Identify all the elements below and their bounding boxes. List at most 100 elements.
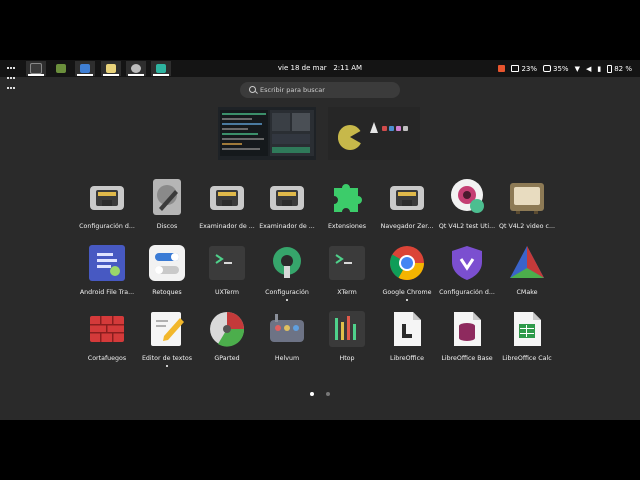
workspace-thumbnail-1[interactable]: [218, 107, 316, 160]
running-indicator: [286, 299, 288, 301]
app-launcher-21[interactable]: LibreOffice: [376, 310, 438, 376]
app-launcher-15[interactable]: CMake: [496, 244, 558, 310]
battery-value: 82 %: [614, 64, 632, 73]
notification-icon[interactable]: [498, 65, 506, 72]
app-label: LibreOffice Calc: [502, 355, 552, 362]
htop-icon: [328, 310, 366, 348]
terminal-icon: [208, 244, 246, 282]
taskbar-app-3[interactable]: [75, 61, 95, 76]
puzzle-icon: [328, 178, 366, 216]
app-launcher-2[interactable]: Examinador de ...: [196, 178, 258, 244]
app-label: UXTerm: [214, 289, 240, 296]
app-label: Android File Tra...: [79, 289, 135, 296]
gparted-icon: [208, 310, 246, 348]
text-editor-icon: [148, 310, 186, 348]
app-label: Configuración: [265, 289, 309, 296]
clock-time[interactable]: 2:11 AM: [333, 64, 362, 72]
app-label: XTerm: [337, 289, 357, 296]
app-launcher-8[interactable]: Android File Tra...: [76, 244, 138, 310]
storage-icon: [511, 65, 520, 72]
running-indicator: [166, 365, 168, 367]
battery-icon: [607, 64, 613, 73]
tweaks-icon: [148, 244, 186, 282]
search-input[interactable]: Escribir para buscar: [240, 82, 400, 98]
app-label: Helvum: [274, 355, 300, 362]
app-launcher-9[interactable]: Retoques: [136, 244, 198, 310]
app-launcher-3[interactable]: Examinador de ...: [256, 178, 318, 244]
search-icon: [249, 86, 256, 93]
webcam-icon: [448, 178, 486, 216]
desktop-screen: vie 18 de mar 2:11 AM 23% 35% ▼ ◀ ▮ 82 %…: [0, 60, 640, 420]
app-label: Configuración d...: [439, 289, 495, 296]
taskbar-vector[interactable]: [151, 61, 171, 76]
ship-icon: [80, 64, 90, 73]
helvum-icon: [268, 310, 306, 348]
storage-value: 23%: [521, 64, 537, 73]
app-label: CMake: [516, 289, 538, 296]
libreoffice-icon: [388, 310, 426, 348]
volume-icon: ◀: [585, 64, 592, 73]
notes-icon: [106, 64, 116, 73]
storage-indicator: 23%: [511, 65, 537, 73]
tv-icon: [508, 178, 546, 216]
app-launcher-4[interactable]: Extensiones: [316, 178, 378, 244]
app-launcher-14[interactable]: Configuración d...: [436, 244, 498, 310]
app-launcher-1[interactable]: Discos: [136, 178, 198, 244]
app-label: Extensiones: [327, 223, 367, 230]
app-launcher-13[interactable]: Google Chrome: [376, 244, 438, 310]
android-icon: [56, 64, 66, 73]
app-label: Google Chrome: [382, 289, 432, 296]
app-launcher-19[interactable]: Helvum: [256, 310, 318, 376]
app-launcher-22[interactable]: LibreOffice Base: [436, 310, 498, 376]
workspace-thumbnail-2[interactable]: [328, 107, 420, 160]
network-icon: [208, 178, 246, 216]
app-launcher-16[interactable]: Cortafuegos: [76, 310, 138, 376]
app-label: LibreOffice: [390, 355, 424, 362]
wifi-icon: ▼: [574, 64, 580, 73]
mic-icon: ▮: [597, 64, 602, 73]
app-label: Navegador Zer...: [380, 223, 434, 230]
app-label: Examinador de ...: [199, 223, 255, 230]
network-icon: [268, 178, 306, 216]
top-bar: vie 18 de mar 2:11 AM 23% 35% ▼ ◀ ▮ 82 %: [0, 60, 640, 89]
app-launcher-0[interactable]: Configuración d...: [76, 178, 138, 244]
taskbar-notes[interactable]: [101, 61, 121, 76]
app-label: Htop: [339, 355, 355, 362]
taskbar-chrome[interactable]: [126, 61, 146, 76]
app-launcher-20[interactable]: Htop: [316, 310, 378, 376]
app-launcher-10[interactable]: UXTerm: [196, 244, 258, 310]
app-launcher-17[interactable]: Editor de textos: [136, 310, 198, 376]
app-launcher-11[interactable]: Configuración: [256, 244, 318, 310]
app-label: Qt V4L2 video c...: [499, 223, 555, 230]
app-launcher-6[interactable]: Qt V4L2 test Uti...: [436, 178, 498, 244]
app-launcher-5[interactable]: Navegador Zer...: [376, 178, 438, 244]
app-label: Retoques: [152, 289, 182, 296]
app-launcher-12[interactable]: XTerm: [316, 244, 378, 310]
terminal-icon: [328, 244, 366, 282]
app-label: GParted: [214, 355, 240, 362]
disks-icon: [148, 178, 186, 216]
app-launcher-18[interactable]: GParted: [196, 310, 258, 376]
firewall-icon: [88, 310, 126, 348]
android-file-icon: [88, 244, 126, 282]
memory-icon: [543, 65, 551, 72]
libreoffice-base-icon: [448, 310, 486, 348]
cmake-icon: [508, 244, 546, 282]
memory-indicator: 35%: [543, 65, 569, 73]
shield-icon: [448, 244, 486, 282]
page-dot-2[interactable]: [326, 392, 330, 396]
taskbar-terminal[interactable]: [26, 61, 46, 76]
system-status[interactable]: 23% 35% ▼ ◀ ▮ 82 %: [498, 60, 632, 77]
libreoffice-calc-icon: [508, 310, 546, 348]
network-icon: [88, 178, 126, 216]
app-launcher-23[interactable]: LibreOffice Calc: [496, 310, 558, 376]
taskbar-android[interactable]: [51, 61, 71, 76]
settings-icon: [268, 244, 306, 282]
clock-date[interactable]: vie 18 de mar: [278, 64, 327, 72]
memory-value: 35%: [553, 64, 569, 73]
app-launcher-7[interactable]: Qt V4L2 video c...: [496, 178, 558, 244]
app-label: Configuración d...: [79, 223, 135, 230]
page-dot-1[interactable]: [310, 392, 314, 396]
show-apps-button[interactable]: [7, 63, 17, 89]
chrome-icon: [131, 64, 141, 73]
